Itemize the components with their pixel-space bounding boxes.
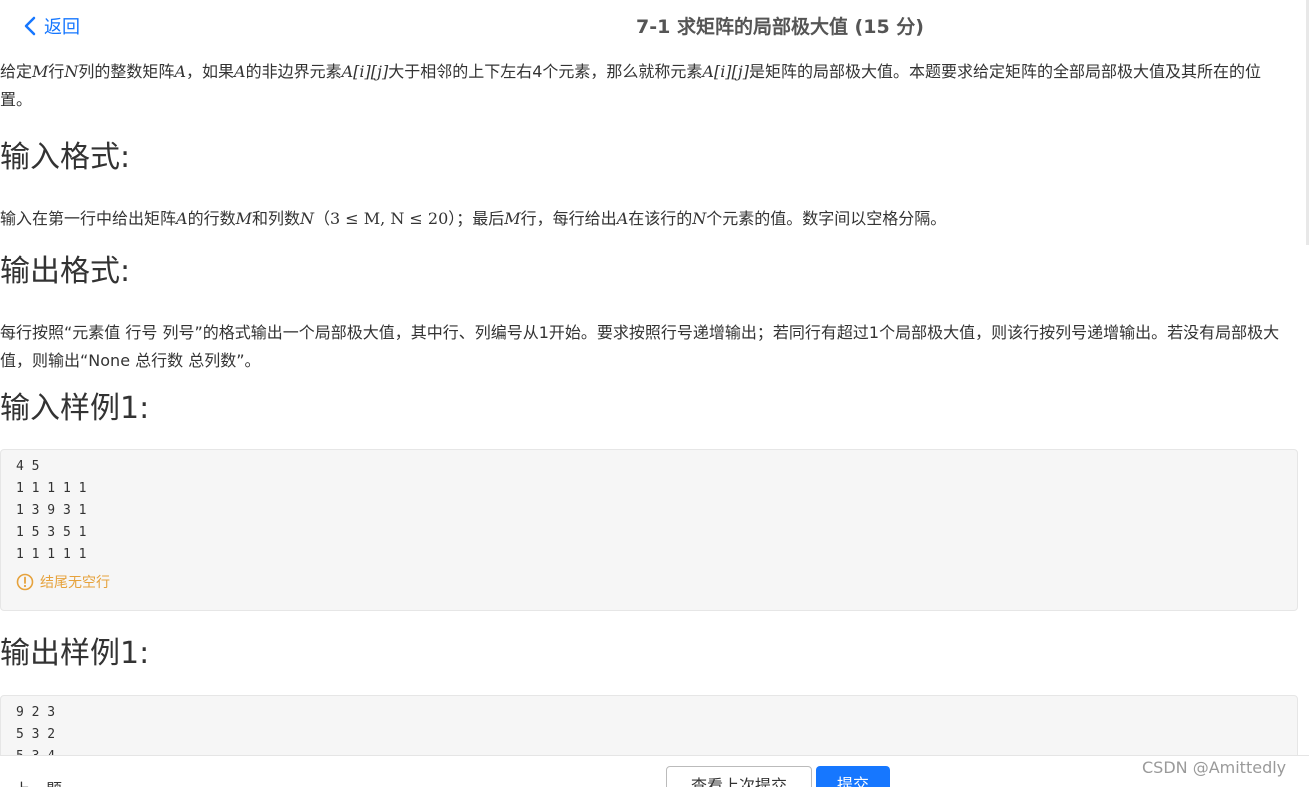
- code-line: 1 3 9 3 1: [16, 503, 87, 518]
- code-line: 1 1 1 1 1: [16, 481, 87, 496]
- exclamation-circle-icon: [16, 573, 34, 591]
- back-button[interactable]: 返回: [22, 12, 80, 40]
- watermark: CSDN @Amittedly: [1142, 758, 1287, 777]
- submit-button[interactable]: 提交: [816, 766, 890, 787]
- input-format-heading: 输入格式:: [0, 140, 131, 175]
- page-title: 7-1 求矩阵的局部极大值 (15 分): [636, 16, 924, 38]
- output-format-heading: 输出格式:: [0, 254, 131, 289]
- previous-problem-link[interactable]: 上一题: [14, 776, 62, 787]
- warning-label: 结尾无空行: [40, 575, 110, 591]
- back-label: 返回: [44, 17, 80, 38]
- code-line: 5 3 2: [16, 727, 56, 742]
- no-trailing-newline-warning: 结尾无空行: [16, 571, 110, 593]
- problem-page: 返回 7-1 求矩阵的局部极大值 (15 分) 给定M行N列的整数矩阵A，如果A…: [0, 0, 1309, 787]
- chevron-left-icon: [24, 16, 36, 36]
- problem-description: 给定M行N列的整数矩阵A，如果A的非边界元素A[i][j]大于相邻的上下左右4个…: [0, 62, 1262, 109]
- code-line: 4 5: [16, 459, 40, 474]
- code-line: 1 5 3 5 1: [16, 525, 87, 540]
- sample-input-heading: 输入样例1:: [0, 391, 150, 426]
- code-line: 1 1 1 1 1: [16, 547, 87, 562]
- sample-output-heading: 输出样例1:: [0, 636, 150, 671]
- sample-input-code[interactable]: 4 5 1 1 1 1 1 1 3 9 3 1 1 5 3 5 1 1 1 1 …: [0, 449, 1298, 611]
- output-format-text: 每行按照“元素值 行号 列号”的格式输出一个局部极大值，其中行、列编号从1开始。…: [0, 323, 1280, 370]
- code-line: 9 2 3: [16, 705, 56, 720]
- view-last-submission-button[interactable]: 查看上次提交: [666, 766, 812, 787]
- footer-bar: 上一题 查看上次提交 提交: [0, 755, 1309, 787]
- input-format-text: 输入在第一行中给出矩阵A的行数M和列数N（3 ≤ M, N ≤ 20）；最后M行…: [0, 209, 947, 228]
- header: 返回 7-1 求矩阵的局部极大值 (15 分): [0, 0, 1309, 52]
